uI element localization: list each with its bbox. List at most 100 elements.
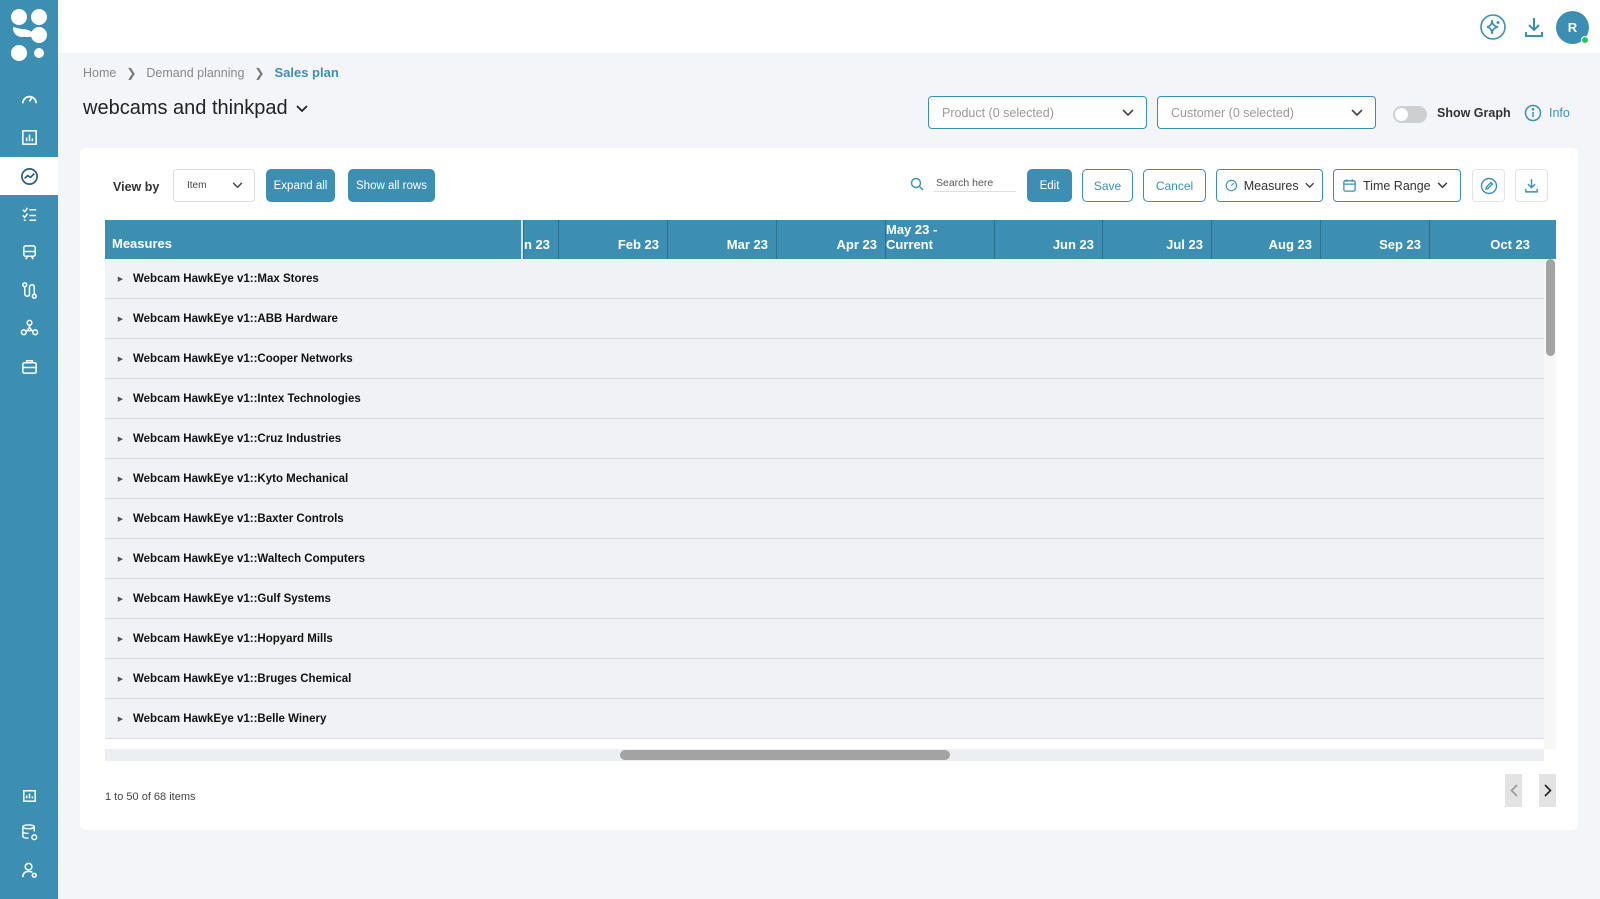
show-all-rows-button[interactable]: Show all rows xyxy=(348,169,435,202)
column-header[interactable]: Oct 23 xyxy=(1429,220,1538,259)
chevron-down-icon xyxy=(1304,182,1314,188)
demand-planning-icon xyxy=(20,167,38,185)
measures-label: Measures xyxy=(1243,178,1299,193)
product-filter-label: Product (0 selected) xyxy=(942,105,1054,120)
chevron-right-icon: ❯ xyxy=(254,65,265,80)
expand-caret-icon[interactable]: ▶ xyxy=(108,675,133,683)
table-row[interactable]: ▶ Webcam HawkEye v1::Hopyard Mills xyxy=(105,619,1544,659)
sidebar-item-demand-planning[interactable] xyxy=(0,157,58,195)
show-graph-toggle[interactable] xyxy=(1393,106,1427,123)
page-title-dropdown[interactable]: webcams and thinkpad xyxy=(83,97,308,120)
gauge-icon xyxy=(1225,179,1238,192)
row-label: Webcam HawkEye v1::Hopyard Mills xyxy=(133,632,333,645)
column-header[interactable]: Jul 23 xyxy=(1102,220,1211,259)
expand-caret-icon[interactable]: ▶ xyxy=(108,275,133,283)
sidebar-item-supply[interactable] xyxy=(0,233,58,271)
table-row[interactable]: ▶ Webcam HawkEye v1::Cruz Industries xyxy=(105,419,1544,459)
expand-caret-icon[interactable]: ▶ xyxy=(108,555,133,563)
ai-assistant-button[interactable] xyxy=(1478,12,1508,42)
view-by-value: Item xyxy=(187,180,207,191)
sidebar-item-portfolio[interactable] xyxy=(0,347,58,385)
table-row[interactable]: ▶ Webcam HawkEye v1::Cooper Networks xyxy=(105,339,1544,379)
table-row[interactable]: ▶ Webcam HawkEye v1::Belle Winery xyxy=(105,699,1544,739)
row-label: Webcam HawkEye v1::Waltech Computers xyxy=(133,552,365,565)
sidebar-item-user-settings[interactable] xyxy=(0,851,58,889)
supply-icon xyxy=(22,244,36,260)
expand-caret-icon[interactable]: ▶ xyxy=(108,355,133,363)
measures-column-header[interactable]: Measures xyxy=(112,236,172,251)
expand-caret-icon[interactable]: ▶ xyxy=(108,315,133,323)
info-icon xyxy=(1524,104,1542,122)
column-header[interactable]: Feb 23 xyxy=(558,220,667,259)
expand-all-button[interactable]: Expand all xyxy=(266,169,335,202)
column-header[interactable]: Mar 23 xyxy=(667,220,776,259)
column-header[interactable]: Sep 23 xyxy=(1320,220,1429,259)
sidebar-item-workflow[interactable] xyxy=(0,271,58,309)
edit-button[interactable]: Edit xyxy=(1027,169,1072,202)
row-label: Webcam HawkEye v1::Cruz Industries xyxy=(133,432,342,445)
table-row[interactable]: ▶ Webcam HawkEye v1::Kyto Mechanical xyxy=(105,459,1544,499)
column-header[interactable]: May 23 - Current xyxy=(885,220,994,259)
previous-page-button[interactable] xyxy=(1505,774,1522,807)
table-row[interactable]: ▶ Webcam HawkEye v1::Baxter Controls xyxy=(105,499,1544,539)
time-range-dropdown[interactable]: Time Range xyxy=(1333,169,1461,202)
sidebar-item-data-settings[interactable] xyxy=(0,813,58,851)
portfolio-icon xyxy=(21,359,37,374)
column-header[interactable]: Aug 23 xyxy=(1211,220,1320,259)
breadcrumb-home[interactable]: Home xyxy=(83,66,116,80)
edit-settings-button[interactable] xyxy=(1472,169,1505,202)
column-header[interactable]: Apr 23 xyxy=(776,220,885,259)
next-page-button[interactable] xyxy=(1539,774,1556,807)
sidebar-item-reports[interactable] xyxy=(0,118,58,156)
chevron-down-icon xyxy=(1122,108,1134,116)
expand-caret-icon[interactable]: ▶ xyxy=(108,595,133,603)
table-row[interactable]: ▶ Webcam HawkEye v1::Intex Technologies xyxy=(105,379,1544,419)
chevron-down-icon xyxy=(1437,182,1447,189)
column-header[interactable]: Jun 23 xyxy=(994,220,1102,259)
download-icon xyxy=(1525,179,1538,193)
breadcrumb-section[interactable]: Demand planning xyxy=(146,66,244,80)
expand-caret-icon[interactable]: ▶ xyxy=(108,635,133,643)
row-label: Webcam HawkEye v1::Cooper Networks xyxy=(133,352,353,365)
data-settings-icon xyxy=(21,823,37,840)
chevron-down-icon xyxy=(295,104,308,112)
view-by-select[interactable]: Item xyxy=(173,169,255,202)
horizontal-scroll-thumb[interactable] xyxy=(620,750,950,760)
chevron-right-icon: ❯ xyxy=(126,65,137,80)
vertical-scroll-thumb[interactable] xyxy=(1546,259,1555,356)
expand-caret-icon[interactable]: ▶ xyxy=(108,475,133,483)
measures-dropdown[interactable]: Measures xyxy=(1216,169,1323,202)
online-status-dot xyxy=(1581,36,1589,44)
table-row[interactable]: ▶ Webcam HawkEye v1::Bruges Chemical xyxy=(105,659,1544,699)
search-input[interactable] xyxy=(934,175,1016,192)
sidebar-item-analytics[interactable] xyxy=(0,776,58,814)
table-row[interactable]: ▶ Webcam HawkEye v1::Max Stores xyxy=(105,259,1544,299)
tasks-icon xyxy=(21,206,36,221)
row-label: Webcam HawkEye v1::Belle Winery xyxy=(133,712,327,725)
save-button[interactable]: Save xyxy=(1082,169,1133,202)
expand-caret-icon[interactable]: ▶ xyxy=(108,435,133,443)
view-by-label: View by xyxy=(113,180,160,194)
row-label: Webcam HawkEye v1::Max Stores xyxy=(133,272,319,285)
dashboard-icon xyxy=(21,95,37,103)
customer-filter[interactable]: Customer (0 selected) xyxy=(1157,96,1376,129)
product-filter[interactable]: Product (0 selected) xyxy=(928,96,1147,129)
expand-caret-icon[interactable]: ▶ xyxy=(108,515,133,523)
export-button[interactable] xyxy=(1515,169,1548,202)
download-button[interactable] xyxy=(1519,12,1549,42)
sidebar-item-network[interactable] xyxy=(0,309,58,347)
table-row[interactable]: ▶ Webcam HawkEye v1::Waltech Computers xyxy=(105,539,1544,579)
expand-caret-icon[interactable]: ▶ xyxy=(108,395,133,403)
info-button[interactable]: Info xyxy=(1524,104,1570,122)
chevron-left-icon xyxy=(1509,784,1518,797)
table-row[interactable]: ▶ Webcam HawkEye v1::ABB Hardware xyxy=(105,299,1544,339)
table-row[interactable]: ▶ Webcam HawkEye v1::Gulf Systems xyxy=(105,579,1544,619)
column-header[interactable]: n 23 xyxy=(523,220,558,259)
row-label: Webcam HawkEye v1::ABB Hardware xyxy=(133,312,338,325)
workflow-icon xyxy=(21,281,37,299)
cancel-button[interactable]: Cancel xyxy=(1143,169,1206,202)
sparkle-icon xyxy=(1480,14,1506,40)
expand-caret-icon[interactable]: ▶ xyxy=(108,715,133,723)
sidebar-item-tasks[interactable] xyxy=(0,195,58,233)
sidebar-item-dashboard[interactable] xyxy=(0,80,58,118)
